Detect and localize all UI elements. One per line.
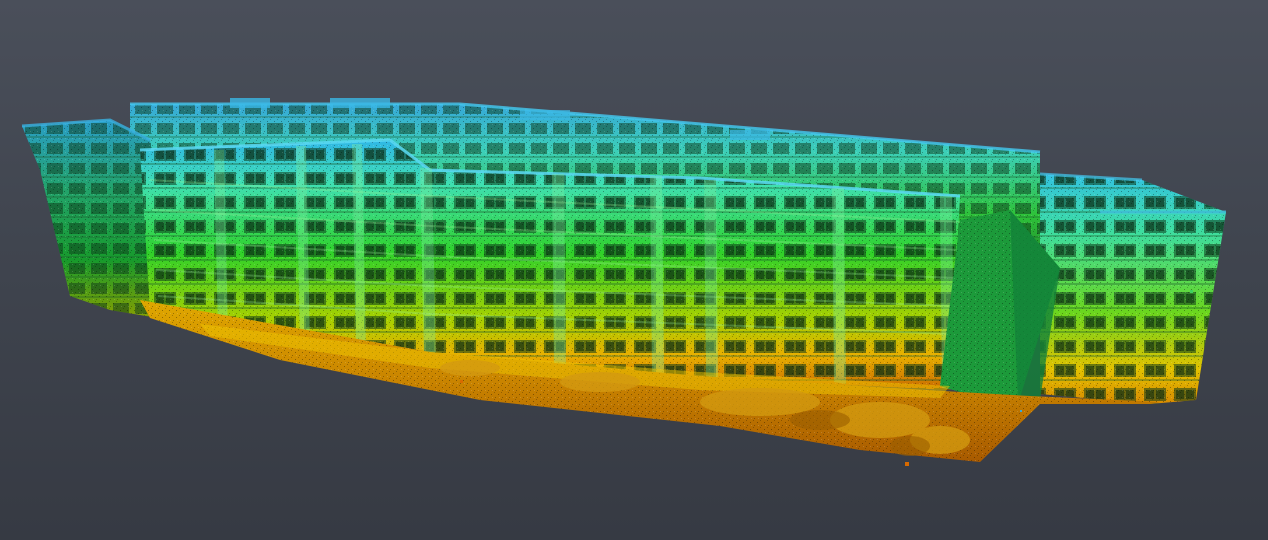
point-cloud-canvas[interactable]: [0, 0, 1268, 540]
right-building: [1039, 172, 1226, 404]
point-cloud-viewport[interactable]: [0, 0, 1268, 540]
